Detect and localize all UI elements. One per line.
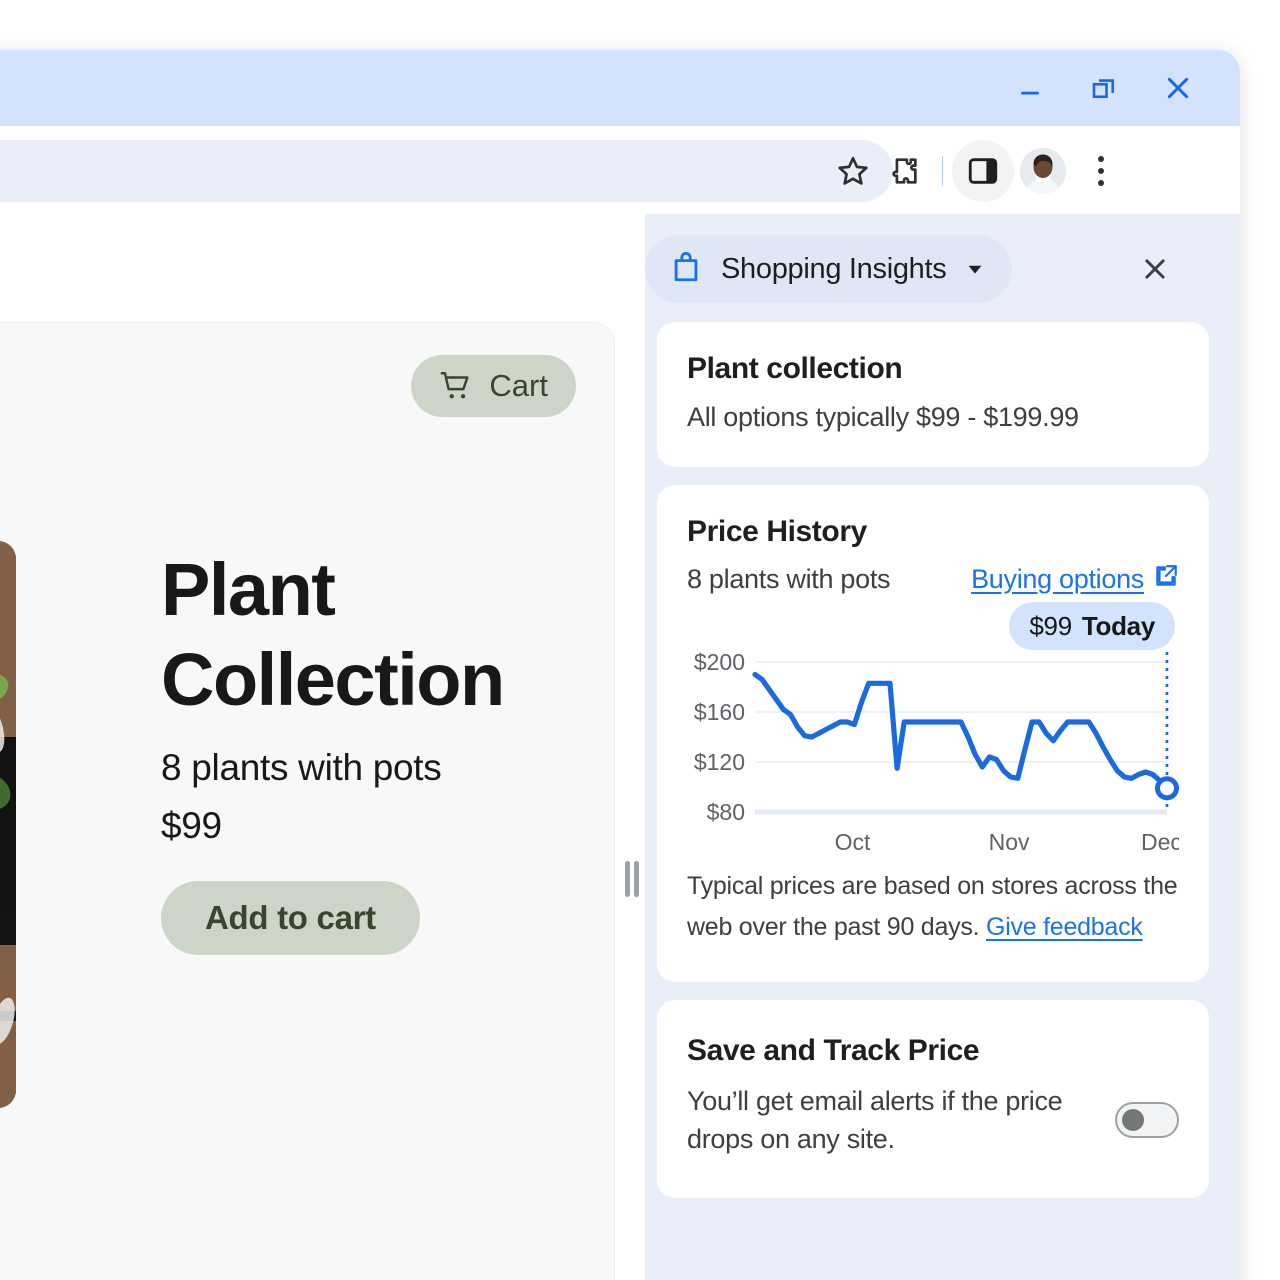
save-track-price-card: Save and Track Price You’ll get email al… [657,1000,1209,1198]
svg-text:Dec: Dec [1141,829,1179,855]
add-to-cart-button[interactable]: Add to cart [161,881,420,955]
price-line-chart: $200 $160 $120 $80 Oct Nov Dec [694,650,1179,855]
profile-avatar[interactable] [1014,142,1072,200]
panel-resize-handle[interactable] [619,859,645,899]
page-title: Plant Collection [161,545,581,725]
more-menu-icon[interactable] [1072,142,1130,200]
browser-titlebar [0,50,1240,126]
browser-window: Cart Plant Collection 8 plants with pots… [0,50,1240,1280]
product-overview-card: Plant collection All options typically $… [657,322,1209,467]
external-link-icon [1153,563,1179,596]
address-bar[interactable] [0,140,893,202]
product-image [0,541,16,1108]
svg-text:$120: $120 [694,749,745,775]
give-feedback-link[interactable]: Give feedback [986,913,1143,941]
overview-subtitle: All options typically $99 - $199.99 [687,402,1079,432]
side-panel-header: Shopping Insights [645,234,1240,304]
close-window-button[interactable] [1158,68,1198,108]
today-label: Today [1081,610,1155,641]
svg-text:$80: $80 [707,799,745,825]
product-subtitle: 8 plants with pots [161,747,442,788]
save-track-row: You’ll get email alerts if the price dro… [687,1082,1179,1158]
toolbar-icons [875,140,1130,202]
price-history-chart: $99 Today $200 $160 $120 $80 Oct Nov Dec [687,602,1179,862]
bookmark-star-icon[interactable] [827,145,879,197]
toggle-knob [1122,1109,1144,1131]
today-price-value: $99 [1029,610,1072,641]
browser-content: Cart Plant Collection 8 plants with pots… [0,214,1240,1280]
overview-title: Plant collection [687,352,903,385]
today-price-badge: $99 Today [1009,602,1175,650]
product-details: Plant Collection 8 plants with pots $99 … [161,545,581,955]
restore-window-button[interactable] [1084,68,1124,108]
chart-y-axis-labels: $200 $160 $120 $80 [694,650,745,825]
track-price-toggle[interactable] [1115,1102,1179,1138]
save-track-title: Save and Track Price [687,1034,980,1067]
avatar [1020,148,1066,194]
browser-toolbar [0,126,1240,214]
side-panel-title: Shopping Insights [721,252,947,285]
product-title-line2: Collection [161,638,505,721]
cart-button-label: Cart [489,368,548,403]
product-card: Cart Plant Collection 8 plants with pots… [0,322,615,1280]
svg-text:$200: $200 [694,650,745,675]
svg-text:Oct: Oct [835,829,871,855]
chevron-down-icon [964,258,986,280]
buying-options-label: Buying options [971,564,1144,594]
buying-options-link[interactable]: Buying options [971,563,1179,596]
close-side-panel-button[interactable] [1132,246,1178,292]
extensions-puzzle-icon[interactable] [875,142,933,200]
product-price: $99 [161,805,222,846]
cart-button[interactable]: Cart [411,355,576,417]
save-track-description: You’ll get email alerts if the price dro… [687,1086,1063,1154]
chart-current-price-dot [1155,776,1179,801]
svg-text:$160: $160 [694,699,745,725]
side-panel-cards: Plant collection All options typically $… [657,322,1209,1216]
minimize-button[interactable] [1010,68,1050,108]
side-panel-selector[interactable]: Shopping Insights [645,235,1013,303]
three-dots [1098,156,1104,186]
product-title-line1: Plant [161,548,336,631]
chart-x-axis-labels: Oct Nov Dec [835,829,1179,855]
price-history-subtitle: 8 plants with pots [687,564,891,594]
price-history-note: Typical prices are based on stores acros… [687,866,1179,948]
shopping-bag-icon [669,250,703,289]
side-panel-icon[interactable] [952,140,1014,202]
chart-price-line [752,671,1170,791]
window-controls [1010,50,1198,126]
shopping-insights-side-panel: Shopping Insights Plant collection All o… [645,214,1240,1280]
price-history-title: Price History [687,515,867,548]
screenshot-root: Cart Plant Collection 8 plants with pots… [0,0,1280,1280]
price-history-card: Price History 8 plants with pots Buying … [657,485,1209,982]
toolbar-divider [942,156,943,186]
price-history-meta: 8 plants with pots Buying options [687,563,1179,596]
svg-text:Nov: Nov [989,829,1030,855]
